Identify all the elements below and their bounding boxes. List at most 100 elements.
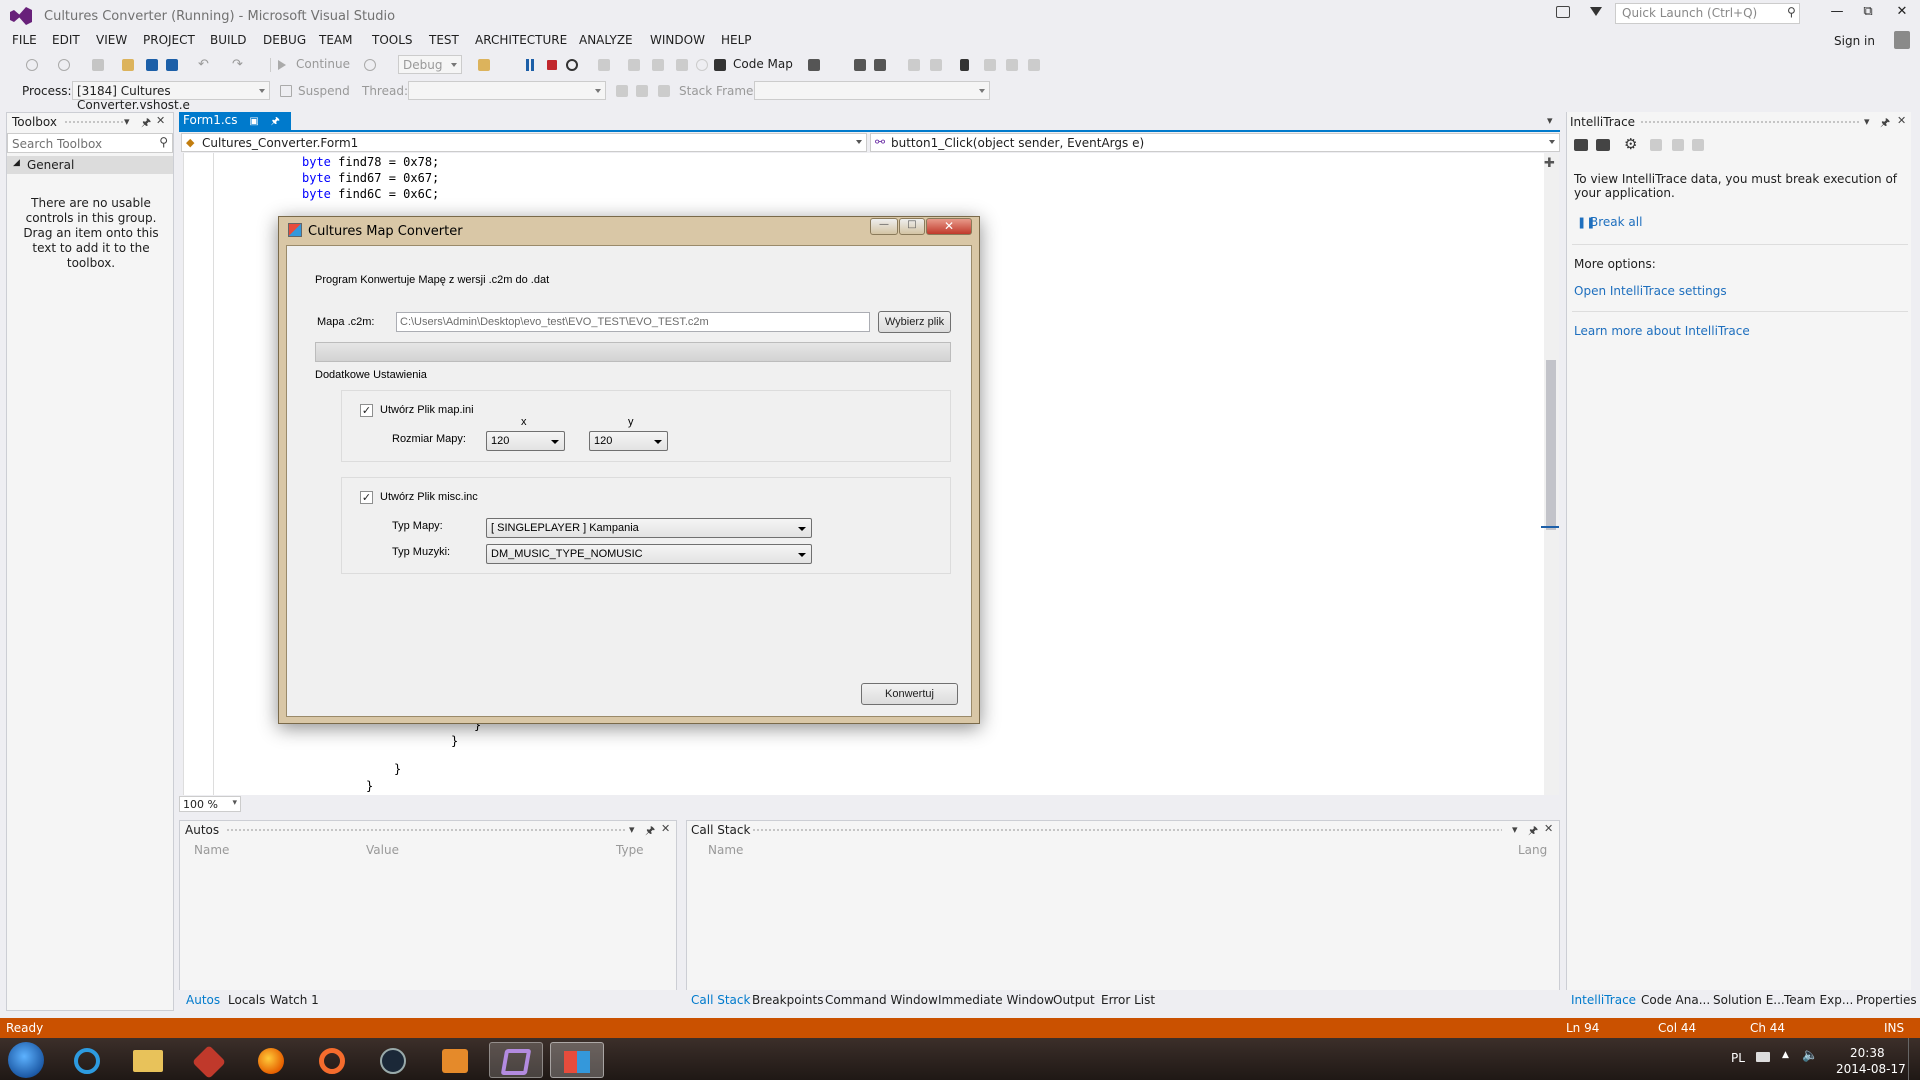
editor-scroll-thumb[interactable] — [1546, 360, 1556, 530]
intellitrace-save-icon[interactable] — [1692, 139, 1704, 151]
zoom-combo[interactable]: 100 % ▾ — [179, 796, 241, 812]
open-intellitrace-settings-link[interactable]: Open IntelliTrace settings — [1574, 284, 1727, 298]
network-icon[interactable] — [1756, 1052, 1770, 1062]
menu-view[interactable]: VIEW — [96, 33, 127, 47]
close-button[interactable]: ✕ — [1887, 4, 1917, 24]
save-icon[interactable] — [146, 59, 158, 71]
map-type-select[interactable]: [ SINGLEPLAYER ] Kampania — [486, 518, 812, 538]
tab-watch-1[interactable]: Watch 1 — [270, 993, 319, 1007]
suspend-label[interactable]: Suspend — [298, 84, 350, 98]
dialog-close-button[interactable]: ✕ — [926, 218, 972, 235]
menu-test[interactable]: TEST — [429, 33, 459, 47]
menu-team[interactable]: TEAM — [319, 33, 352, 47]
steam-icon[interactable] — [366, 1042, 420, 1078]
continue-label[interactable]: Continue — [296, 57, 350, 71]
restore-button[interactable]: ⧉ — [1853, 4, 1883, 24]
minimize-button[interactable]: — — [1822, 4, 1852, 24]
tab-call-stack[interactable]: Call Stack — [691, 993, 750, 1007]
split-icon[interactable]: ✚ — [1544, 156, 1555, 171]
dialog-minimize-button[interactable]: — — [870, 218, 898, 235]
calls-view-icon[interactable] — [1596, 139, 1610, 151]
search-icon[interactable]: ⚲ — [1787, 5, 1796, 19]
close-icon[interactable]: ✕ — [1897, 114, 1906, 127]
lines-icon[interactable] — [808, 59, 820, 71]
step-out-icon[interactable] — [676, 59, 688, 71]
tab-breakpoints[interactable]: Breakpoints — [752, 993, 823, 1007]
hierarchy-icon[interactable] — [874, 59, 886, 71]
user-icon[interactable] — [1894, 31, 1910, 49]
visual-studio-taskbar-icon[interactable] — [489, 1042, 543, 1078]
stop-icon[interactable] — [547, 60, 557, 70]
tab-code-analysis[interactable]: Code Ana... — [1641, 993, 1710, 1007]
sign-in-link[interactable]: Sign in — [1834, 34, 1875, 48]
comment-icon[interactable] — [908, 59, 920, 71]
create-misc-checkbox[interactable]: ✓ — [360, 491, 373, 504]
intellitrace-refresh-icon[interactable] — [1650, 139, 1662, 151]
browse-file-button[interactable]: Wybierz plik — [878, 311, 951, 333]
create-misc-label[interactable]: Utwórz Plik misc.inc — [380, 491, 478, 503]
show-next-statement-icon[interactable] — [598, 59, 610, 71]
tab-output[interactable]: Output — [1053, 993, 1095, 1007]
pin-icon[interactable]: 🖈 — [1528, 822, 1538, 841]
find-in-files-icon[interactable] — [478, 59, 490, 71]
toolbox-search[interactable]: Search Toolbox ⚲ — [7, 133, 173, 153]
tab-intellitrace[interactable]: IntelliTrace — [1571, 993, 1636, 1007]
map-size-x-select[interactable]: 120 — [486, 431, 565, 451]
menu-architecture[interactable]: ARCHITECTURE — [475, 33, 567, 47]
pin-tab-icon[interactable]: 🖈 — [271, 116, 280, 127]
dropdown-icon[interactable]: ▾ — [124, 115, 130, 128]
tab-autos[interactable]: Autos — [186, 993, 220, 1007]
column-header-language[interactable]: Lang — [1518, 843, 1547, 857]
filter-icon[interactable] — [1590, 7, 1602, 16]
dropdown-icon[interactable]: ▾ — [1864, 115, 1870, 128]
bookmark-icon[interactable] — [960, 59, 969, 71]
refresh-icon[interactable] — [364, 59, 376, 71]
next-bookmark-icon[interactable] — [1006, 59, 1018, 71]
intellitrace-open-icon[interactable] — [1672, 139, 1684, 151]
suspend-icon[interactable] — [280, 85, 292, 97]
tab-overflow-icon[interactable]: ▾ — [1547, 114, 1553, 127]
start-button-icon[interactable] — [8, 1042, 44, 1078]
column-header-name[interactable]: Name — [194, 843, 229, 857]
close-icon[interactable]: ✕ — [1544, 822, 1553, 835]
back-icon[interactable] — [26, 59, 38, 71]
clock-time[interactable]: 20:38 — [1850, 1046, 1885, 1060]
tab-locals[interactable]: Locals — [228, 993, 265, 1007]
tab-form1-cs[interactable]: Form1.cs ▣ 🖈 ✕ — [179, 112, 291, 145]
show-flagged-icon[interactable] — [636, 85, 648, 97]
map-size-y-select[interactable]: 120 — [589, 431, 668, 451]
dialog-maximize-button[interactable]: □ — [899, 218, 925, 235]
notifications-icon[interactable] — [1556, 6, 1570, 18]
music-type-select[interactable]: DM_MUSIC_TYPE_NOMUSIC — [486, 544, 812, 564]
menu-build[interactable]: BUILD — [210, 33, 246, 47]
dropdown-icon[interactable]: ▾ — [629, 823, 635, 836]
quick-launch-input[interactable]: Quick Launch (Ctrl+Q) — [1615, 3, 1800, 24]
show-hidden-icons-icon[interactable]: ▲ — [1782, 1050, 1789, 1060]
forward-icon[interactable] — [58, 59, 70, 71]
restart-icon[interactable] — [566, 59, 578, 71]
app-icon[interactable] — [288, 223, 302, 237]
redo-icon[interactable]: ↷ — [232, 58, 244, 71]
pin-icon[interactable]: 🖈 — [645, 822, 655, 841]
pin-icon[interactable]: ▣ — [249, 116, 258, 127]
configuration-combo[interactable]: Debug — [398, 55, 462, 74]
stack-frame-combo[interactable] — [754, 81, 990, 100]
origin-icon[interactable] — [305, 1042, 359, 1078]
tab-properties[interactable]: Properties — [1856, 993, 1917, 1007]
app-icon[interactable] — [182, 1042, 236, 1079]
media-player-icon[interactable] — [428, 1042, 482, 1078]
save-all-icon[interactable] — [166, 59, 178, 71]
language-indicator[interactable]: PL — [1731, 1051, 1745, 1065]
show-desktop-button[interactable] — [1908, 1038, 1920, 1080]
tab-solution-explorer[interactable]: Solution E... — [1713, 993, 1785, 1007]
tab-team-explorer[interactable]: Team Exp... — [1784, 993, 1853, 1007]
prev-bookmark-icon[interactable] — [984, 59, 996, 71]
clear-bookmarks-icon[interactable] — [1028, 59, 1040, 71]
open-file-icon[interactable] — [122, 59, 134, 71]
internet-explorer-icon[interactable] — [60, 1042, 114, 1078]
undo-icon[interactable]: ↶ — [198, 58, 210, 71]
menu-file[interactable]: FILE — [12, 33, 37, 47]
nav-type-combo[interactable]: ◆ Cultures_Converter.Form1 — [181, 133, 867, 152]
uncomment-icon[interactable] — [930, 59, 942, 71]
convert-button[interactable]: Konwertuj — [861, 683, 958, 705]
